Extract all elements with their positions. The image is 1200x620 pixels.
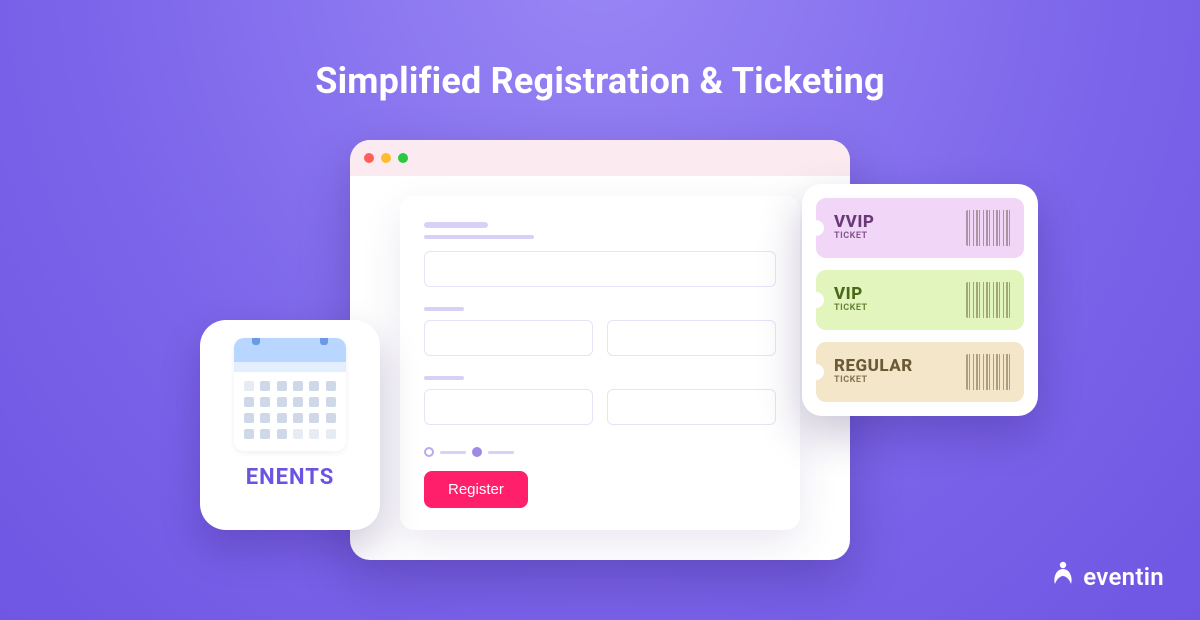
ticket-regular: REGULAR TICKET [816, 342, 1024, 402]
ticket-sub-label: TICKET [834, 376, 913, 385]
ticket-tier-label: VIP [834, 286, 868, 304]
text-input[interactable] [607, 389, 776, 425]
register-button[interactable]: Register [424, 471, 528, 508]
barcode-icon [966, 282, 1012, 318]
brand: eventin [1051, 560, 1164, 594]
ticket-tier-label: REGULAR [834, 358, 913, 376]
step-indicator [424, 447, 434, 457]
ticket-tier-label: VVIP [834, 214, 874, 232]
close-icon[interactable] [364, 153, 374, 163]
ticket-vvip: VVIP TICKET [816, 198, 1024, 258]
step-indicator [472, 447, 482, 457]
calendar-icon [234, 338, 346, 451]
maximize-icon[interactable] [398, 153, 408, 163]
form-label-placeholder [424, 307, 464, 311]
form-stepper [424, 447, 776, 457]
form-heading-placeholder [424, 222, 488, 228]
ticket-sub-label: TICKET [834, 232, 874, 241]
step-connector [440, 451, 466, 454]
ticket-notch-icon [816, 364, 824, 380]
step-connector [488, 451, 514, 454]
barcode-icon [966, 354, 1012, 390]
brand-logo-icon [1051, 560, 1075, 594]
text-input[interactable] [424, 251, 776, 287]
text-input[interactable] [424, 389, 593, 425]
page-title: Simplified Registration & Ticketing [0, 60, 1200, 102]
window-titlebar [350, 140, 850, 176]
form-label-placeholder [424, 376, 464, 380]
ticket-notch-icon [816, 220, 824, 236]
brand-name: eventin [1083, 563, 1164, 591]
registration-form: Register [400, 196, 800, 530]
form-subhead-placeholder [424, 235, 534, 239]
tickets-card: VVIP TICKET VIP TICKET REGULAR TICKET [802, 184, 1038, 416]
events-calendar-card: ENENTS [200, 320, 380, 530]
events-card-label: ENENTS [246, 465, 335, 490]
ticket-notch-icon [816, 292, 824, 308]
ticket-vip: VIP TICKET [816, 270, 1024, 330]
browser-window: Register [350, 140, 850, 560]
barcode-icon [966, 210, 1012, 246]
text-input[interactable] [424, 320, 593, 356]
minimize-icon[interactable] [381, 153, 391, 163]
ticket-sub-label: TICKET [834, 304, 868, 313]
text-input[interactable] [607, 320, 776, 356]
